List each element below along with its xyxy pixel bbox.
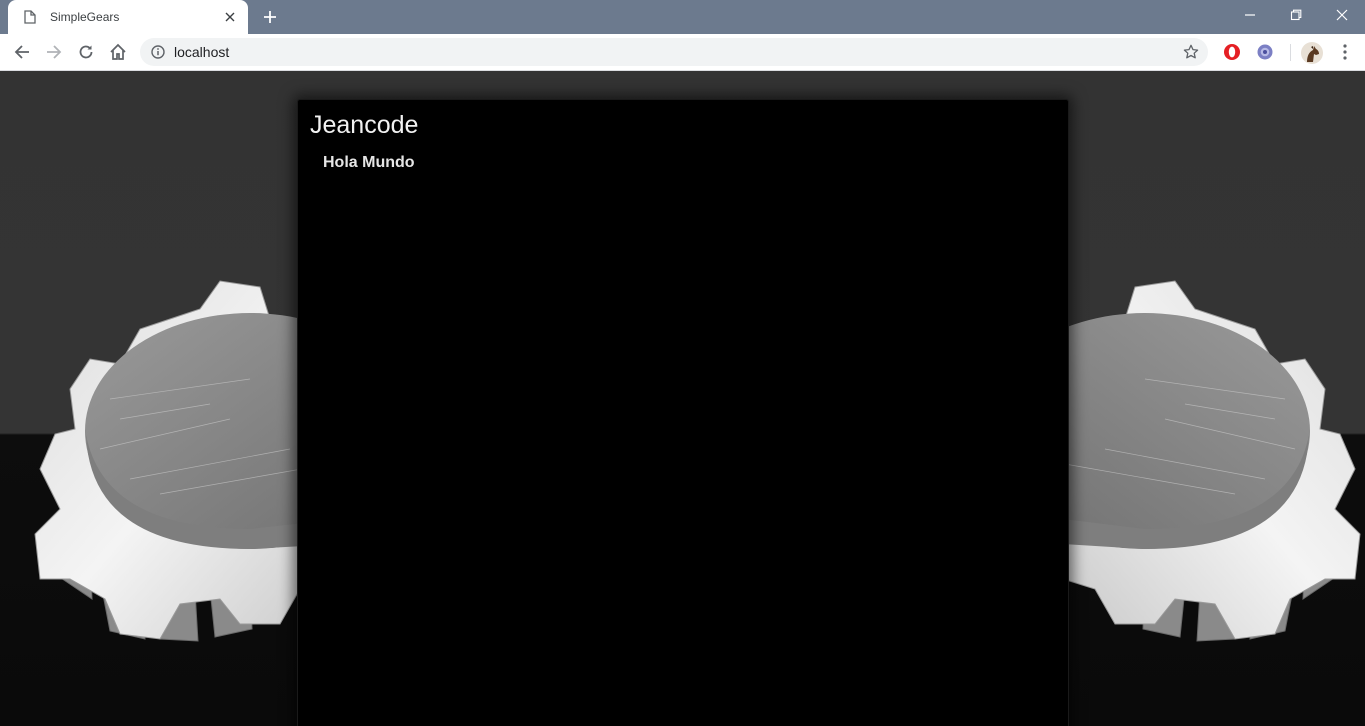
forward-button[interactable] — [40, 38, 68, 66]
home-icon — [110, 43, 126, 60]
page-title: Jeancode — [310, 111, 419, 139]
page-subtitle: Hola Mundo — [323, 154, 415, 171]
horse-avatar-icon — [1307, 46, 1319, 62]
browser-toolbar: localhost — [0, 34, 1365, 71]
close-window-button[interactable] — [1319, 0, 1365, 30]
new-tab-button[interactable] — [257, 5, 283, 29]
home-button[interactable] — [104, 38, 132, 66]
close-tab-icon[interactable] — [218, 5, 242, 29]
bookmark-star-icon[interactable] — [1180, 41, 1202, 63]
back-button[interactable] — [8, 38, 36, 66]
arrow-left-icon — [14, 45, 29, 59]
restore-button[interactable] — [1273, 0, 1319, 30]
kebab-menu-icon — [1343, 44, 1347, 60]
close-icon — [1336, 9, 1348, 21]
tab-title: SimpleGears — [50, 10, 120, 24]
page-viewport: Jeancode Hola Mundo — [0, 71, 1365, 726]
restore-icon — [1290, 9, 1302, 21]
plus-icon — [264, 11, 276, 23]
address-bar[interactable]: localhost — [140, 38, 1208, 66]
minimize-button[interactable] — [1227, 0, 1273, 30]
url-text[interactable]: localhost — [174, 44, 229, 60]
browser-titlebar: SimpleGears — [0, 0, 1365, 34]
minimize-icon — [1245, 14, 1255, 16]
profile-avatar[interactable] — [1301, 42, 1323, 64]
right-gear-graphic — [1063, 280, 1361, 642]
web-extension-icon[interactable] — [1255, 42, 1275, 62]
info-icon[interactable] — [149, 43, 167, 61]
reload-icon — [79, 45, 93, 59]
content-panel: Jeancode Hola Mundo — [297, 99, 1069, 726]
reload-button[interactable] — [72, 38, 100, 66]
browser-tab[interactable]: SimpleGears — [8, 0, 248, 34]
toolbar-divider — [1290, 44, 1291, 61]
browser-menu-button[interactable] — [1333, 40, 1357, 64]
arrow-right-icon — [47, 45, 62, 59]
opera-icon[interactable] — [1222, 42, 1242, 62]
page-icon — [22, 9, 38, 25]
left-gear-graphic — [34, 280, 340, 642]
